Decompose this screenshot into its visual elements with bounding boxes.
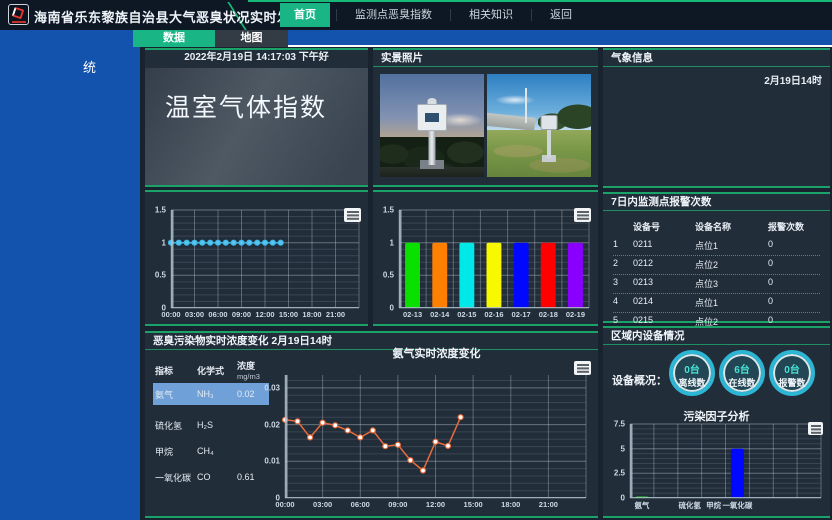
x-axis-labels: 氨气硫化氢甲烷一氧化碳	[630, 498, 821, 510]
alarms-table-header: 设备号设备名称报警次数	[613, 218, 820, 237]
pollutants-table-header: 指标化学式浓度mg/m3	[153, 359, 269, 381]
greenhouse-index-title: 温室气体指数	[165, 88, 327, 124]
online-label: 在线数	[723, 376, 761, 389]
offline-count: 0台	[673, 361, 711, 376]
greeting-panel: 2022年2月19日 14:17:03 下午好 温室气体指数	[145, 48, 368, 187]
pollutants-table: 指标化学式浓度mg/m3氨气NH₃0.02 硫化氢H₂S 甲烷CH₄ 一氧化碳CO0.…	[153, 359, 269, 493]
x-axis-labels: 02-1302-1402-1502-1602-1702-1802-19	[399, 308, 589, 320]
pollutant-row: 硫化氢H₂S	[153, 415, 269, 435]
chart-menu-icon[interactable]	[574, 208, 591, 222]
chart-menu-icon[interactable]	[574, 361, 591, 375]
station-photo-field	[487, 74, 591, 177]
pollution-bars-chart	[630, 424, 821, 498]
greenhouse-chart-panel: 00.511.5 00:0003:0006:0009:0012:0015:001…	[145, 190, 368, 326]
chart-menu-icon[interactable]	[808, 422, 823, 435]
weather-timestamp: 2月19日14时	[764, 72, 822, 87]
app-logo-icon	[8, 4, 29, 25]
pollution-factor-title: 污染因子分析	[603, 408, 830, 424]
pollutant-row: 一氧化碳CO0.61	[153, 467, 269, 487]
greenhouse-line-chart	[171, 210, 359, 308]
x-axis-labels: 00:0003:0006:0009:0012:0015:0018:0021:00	[285, 498, 586, 510]
top-nav: 海南省乐东黎族自治县大气恶臭状况实时发布系 首页 监测点恶臭指数 相关知识 返回	[0, 0, 832, 30]
y-axis-labels: 00.010.020.03	[257, 375, 283, 498]
week-bars-chart	[399, 210, 589, 308]
nav-item-odor-index[interactable]: 监测点恶臭指数	[343, 3, 444, 27]
stat-alarm-circle: 0台 报警数	[769, 350, 815, 396]
alarm-count: 0台	[773, 361, 811, 376]
nav-divider	[336, 9, 337, 21]
y-axis-labels: 00.511.5	[373, 210, 397, 308]
weather-panel: 气象信息 2月19日14时	[603, 48, 830, 188]
devices-panel-title: 区域内设备情况	[603, 328, 830, 345]
stat-online-circle: 6台 在线数	[719, 350, 765, 396]
photo-row	[380, 74, 591, 177]
y-axis-labels: 02.557.5	[606, 424, 628, 498]
tab-data[interactable]: 数据	[133, 30, 215, 47]
pollutants-panel: 恶臭污染物实时浓度变化 2月19日14时 指标化学式浓度mg/m3氨气NH₃0.…	[145, 331, 598, 518]
x-axis-labels: 00:0003:0006:0009:0012:0015:0018:0021:00	[171, 308, 359, 320]
tab-map[interactable]: 地图	[215, 30, 288, 47]
alarm-label: 报警数	[773, 376, 811, 389]
alarm-table-row: 40214点位10	[613, 294, 820, 313]
weather-panel-title: 气象信息	[603, 50, 830, 67]
nav-item-home[interactable]: 首页	[280, 3, 330, 27]
chart-menu-icon[interactable]	[344, 208, 361, 222]
nav-menu: 首页 监测点恶臭指数 相关知识 返回	[280, 0, 584, 30]
pollutant-row: 甲烷CH₄	[153, 441, 269, 461]
left-sidebar: 统	[0, 30, 140, 520]
alarm-table-row: 10211点位10	[613, 237, 820, 256]
station-photo-dusk	[380, 74, 484, 177]
y-axis-labels: 00.511.5	[145, 210, 169, 308]
offline-label: 离线数	[673, 376, 711, 389]
week-bars-chart-panel: 00.511.5 02-1302-1402-1502-1602-1702-180…	[373, 190, 598, 326]
nav-item-back[interactable]: 返回	[538, 3, 584, 27]
stat-offline-circle: 0台 离线数	[669, 350, 715, 396]
nh3-chart-title: 氨气实时浓度变化	[285, 345, 588, 361]
sidebar-label: 统	[83, 57, 96, 76]
nav-item-knowledge[interactable]: 相关知识	[457, 3, 525, 27]
photos-panel: 实景照片	[373, 48, 598, 187]
photos-panel-title: 实景照片	[373, 50, 598, 67]
devices-panel: 区域内设备情况 设备概况： 0台 离线数 6台 在线数 0台 报警数 污染因子分…	[603, 326, 830, 518]
alarms-panel: 7日内监测点报警次数 设备号设备名称报警次数10211点位1020212点位20…	[603, 192, 830, 323]
pollutant-row: 氨气NH₃0.02	[153, 383, 269, 405]
alarm-table-row: 20212点位20	[613, 256, 820, 275]
greeting-body: 温室气体指数	[145, 68, 368, 185]
tab-bar: 数据 地图	[0, 30, 832, 47]
app-title: 海南省乐东黎族自治县大气恶臭状况实时发布系	[34, 7, 318, 26]
current-datetime: 2022年2月19日 14:17:03 下午好	[145, 50, 368, 67]
nav-divider	[531, 9, 532, 21]
device-overview-label: 设备概况：	[612, 372, 667, 388]
nav-divider	[450, 9, 451, 21]
alarms-panel-title: 7日内监测点报警次数	[603, 194, 830, 211]
alarm-table-row: 30213点位30	[613, 275, 820, 294]
tab-bar-filler	[288, 30, 832, 47]
online-count: 6台	[723, 361, 761, 376]
nh3-line-chart	[285, 375, 586, 498]
